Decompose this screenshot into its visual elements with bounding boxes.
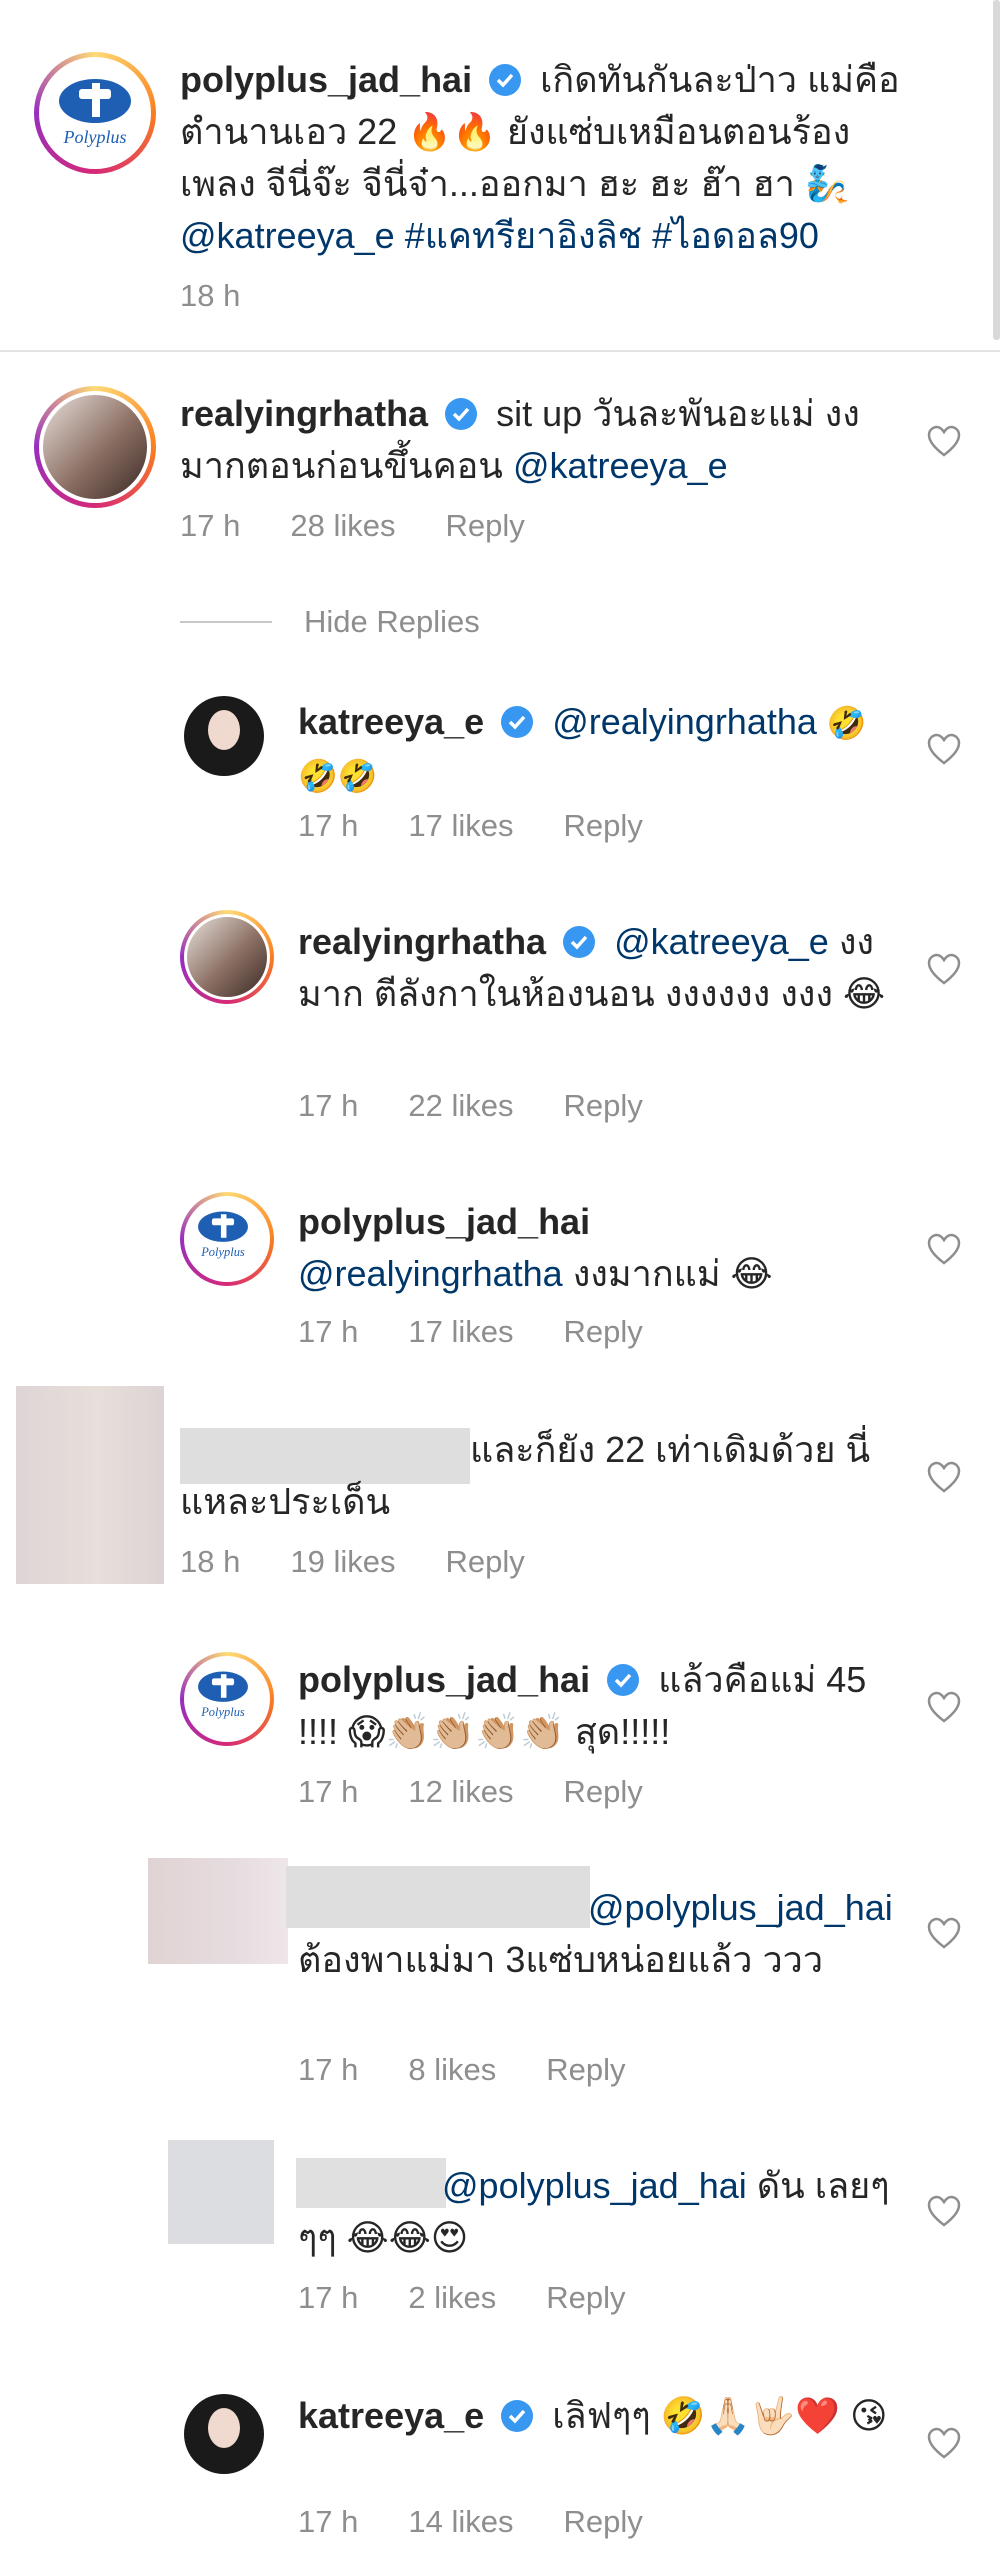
avatar[interactable]: Polyplus [180,1652,274,1746]
reply-button[interactable]: Reply [563,1314,642,1350]
polyplus-logo: Polyplus [47,65,143,161]
comment-time: 17 h [298,2280,359,2315]
mention-link[interactable]: @katreeya_e [614,921,829,962]
heart-outline-icon[interactable] [926,1460,962,1494]
like-count[interactable]: 28 likes [290,508,395,544]
svg-text:Polyplus: Polyplus [200,1705,245,1719]
username[interactable]: realyingrhatha [298,921,546,962]
heart-outline-icon[interactable] [926,1690,962,1724]
reply-button[interactable]: Reply [563,1774,642,1810]
like-count[interactable]: 17 likes [408,808,513,844]
like-count[interactable]: 17 likes [408,1314,513,1350]
username[interactable]: katreeya_e [298,701,484,742]
reply-button[interactable]: Reply [445,1544,524,1580]
username[interactable]: realyingrhatha [180,393,428,434]
verified-badge-icon [445,398,478,430]
avatar[interactable] [184,696,264,776]
heart-outline-icon[interactable] [926,732,962,766]
like-count[interactable]: 19 likes [290,1544,395,1580]
polyplus-logo: Polyplus [198,1671,248,1719]
comment-time: 17 h [298,1314,359,1349]
comment-time: 17 h [298,1774,359,1809]
svg-text:Polyplus: Polyplus [63,127,127,147]
divider [0,350,1000,352]
reply-button[interactable]: Reply [546,2052,625,2088]
username[interactable]: katreeya_e [298,2395,484,2436]
mention-link[interactable]: @polyplus_jad_hai [442,2165,747,2206]
mention-link[interactable]: @polyplus_jad_hai [588,1887,893,1928]
verified-badge-icon [563,926,596,958]
mention-link[interactable]: @realyingrhatha [552,701,817,742]
hide-replies-toggle[interactable]: Hide Replies [180,602,480,642]
verified-badge-icon [489,64,522,96]
reply-button[interactable]: Reply [563,1088,642,1124]
heart-outline-icon[interactable] [926,2426,962,2460]
mention-link[interactable]: @katreeya_e [180,215,395,256]
heart-outline-icon[interactable] [926,1232,962,1266]
censored-avatar [168,2140,274,2244]
censored-avatar [148,1858,288,1964]
heart-outline-icon[interactable] [926,952,962,986]
comment-text: งงมากแม่ 😂 [572,1253,773,1294]
hide-replies-line [180,621,272,623]
avatar[interactable] [34,386,156,508]
reply-button[interactable]: Reply [546,2280,625,2316]
like-count[interactable]: 2 likes [408,2280,496,2316]
comment-time: 18 h [180,1544,241,1579]
scrollbar[interactable] [993,0,1000,340]
username[interactable]: polyplus_jad_hai [298,1659,590,1700]
reply-button[interactable]: Reply [563,2504,642,2540]
avatar[interactable]: Polyplus [180,1192,274,1286]
heart-outline-icon[interactable] [926,424,962,458]
heart-outline-icon[interactable] [926,2194,962,2228]
comment-text: เลิฟๆๆ 🤣🙏🏻🤟🏻❤️ 😘 [552,2395,888,2436]
hide-replies-label[interactable]: Hide Replies [304,604,480,640]
verified-badge-icon [501,706,534,738]
hashtag-links[interactable]: #แคทรียาอิงลิช #ไอดอล90 [405,215,819,256]
like-count[interactable]: 12 likes [408,1774,513,1810]
comment-time: 17 h [298,808,359,843]
comment-text: ต้องพาแม่มา 3แซ่บหน่อยแล้ว ววว [298,1939,824,1980]
mention-link[interactable]: @realyingrhatha [298,1253,563,1294]
avatar[interactable] [180,910,274,1004]
svg-text:Polyplus: Polyplus [200,1245,245,1259]
polyplus-logo: Polyplus [198,1211,248,1259]
like-count[interactable]: 14 likes [408,2504,513,2540]
heart-outline-icon[interactable] [926,1916,962,1950]
like-count[interactable]: 22 likes [408,1088,513,1124]
reply-button[interactable]: Reply [445,508,524,544]
comment-time: 17 h [298,2504,359,2539]
comment-time: 17 h [298,1088,359,1123]
verified-badge-icon [607,1664,640,1696]
comment-text: และก็ยัง 22 เท่าเดิมด้วย นี่แหละประเด็น [180,1429,871,1522]
username[interactable]: polyplus_jad_hai [180,59,472,100]
reply-button[interactable]: Reply [563,808,642,844]
like-count[interactable]: 8 likes [408,2052,496,2088]
comment-time: 17 h [298,2052,359,2087]
avatar[interactable] [184,2394,264,2474]
comment-time: 17 h [180,508,241,543]
avatar[interactable]: Polyplus [34,52,156,174]
comment-time: 18 h [180,278,241,313]
username[interactable]: polyplus_jad_hai [298,1201,590,1242]
censored-avatar [16,1386,164,1584]
mention-link[interactable]: @katreeya_e [513,445,728,486]
verified-badge-icon [501,2400,534,2432]
